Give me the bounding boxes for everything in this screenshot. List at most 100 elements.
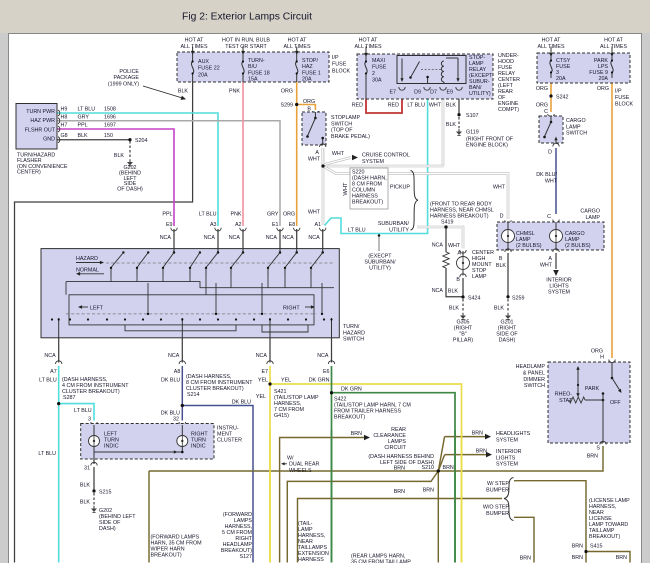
svg-text:(TOP OF: (TOP OF: [331, 128, 353, 134]
svg-text:LT BLU: LT BLU: [74, 408, 92, 414]
svg-text:ALL TIMES: ALL TIMES: [537, 44, 564, 50]
svg-text:S204: S204: [135, 138, 148, 144]
svg-text:BLK: BLK: [448, 289, 459, 295]
svg-text:WHT: WHT: [308, 210, 321, 216]
svg-text:RED: RED: [352, 103, 363, 109]
svg-text:HAZ: HAZ: [302, 64, 313, 70]
svg-text:BRN: BRN: [351, 431, 362, 437]
svg-text:S215: S215: [99, 490, 112, 496]
svg-text:W/ STEP: W/ STEP: [487, 481, 509, 487]
svg-text:WHT: WHT: [308, 157, 321, 163]
svg-text:ORG: ORG: [597, 86, 609, 92]
svg-text:HOT AT: HOT AT: [288, 38, 308, 44]
svg-text:DK BLU: DK BLU: [161, 378, 180, 384]
svg-text:20A: 20A: [598, 76, 608, 82]
svg-text:BRN: BRN: [394, 489, 405, 495]
svg-text:C: C: [547, 214, 551, 220]
svg-text:LT BLU: LT BLU: [39, 378, 57, 384]
svg-text:NCA: NCA: [317, 353, 329, 359]
svg-text:H: H: [600, 355, 604, 361]
svg-text:YEL: YEL: [258, 378, 268, 384]
svg-text:WHEELS: WHEELS: [289, 468, 312, 474]
svg-text:SWITCH: SWITCH: [343, 337, 364, 343]
svg-text:NCA: NCA: [229, 235, 241, 241]
svg-text:LAMP: LAMP: [585, 215, 600, 221]
svg-text:D: D: [500, 214, 504, 220]
svg-text:E6: E6: [323, 369, 330, 375]
svg-text:E1: E1: [272, 222, 279, 228]
svg-text:PNK: PNK: [231, 212, 242, 218]
svg-text:& PANEL: & PANEL: [523, 370, 545, 376]
svg-text:FUSE 1: FUSE 1: [302, 70, 321, 76]
svg-text:BRN: BRN: [394, 466, 405, 472]
svg-text:INDIC: INDIC: [104, 444, 119, 450]
svg-text:NCA: NCA: [432, 288, 444, 294]
svg-text:BRN: BRN: [572, 544, 583, 550]
svg-text:BREAKOUT): BREAKOUT): [151, 553, 182, 559]
svg-text:BRN: BRN: [572, 555, 583, 561]
svg-text:WHT: WHT: [332, 151, 345, 157]
svg-text:HAZARD: HAZARD: [343, 330, 365, 336]
svg-text:ALL TIMES: ALL TIMES: [600, 44, 627, 50]
svg-text:DASH): DASH): [499, 338, 516, 344]
svg-text:20A: 20A: [198, 72, 208, 78]
svg-text:31: 31: [84, 466, 90, 472]
svg-text:FUSE: FUSE: [372, 65, 387, 71]
svg-text:DIMMER: DIMMER: [523, 377, 545, 383]
svg-text:ORG: ORG: [536, 86, 548, 92]
svg-text:SYSTEM: SYSTEM: [548, 290, 571, 296]
svg-text:BLK: BLK: [78, 133, 89, 139]
svg-text:CLUSTER: CLUSTER: [217, 438, 242, 444]
svg-text:PICKUP: PICKUP: [390, 185, 410, 191]
svg-text:E9: E9: [446, 90, 453, 96]
svg-text:A: A: [457, 251, 461, 257]
svg-text:POLICE: POLICE: [119, 69, 139, 75]
svg-text:I/P: I/P: [615, 89, 622, 95]
svg-text:WHT: WHT: [540, 263, 553, 269]
svg-text:CIRCUIT: CIRCUIT: [384, 445, 406, 451]
svg-text:B: B: [456, 277, 460, 283]
svg-text:BRN: BRN: [423, 488, 434, 494]
svg-text:A7: A7: [50, 369, 57, 375]
svg-text:SWITCH: SWITCH: [566, 131, 587, 137]
svg-text:(1999 ONLY): (1999 ONLY): [108, 81, 139, 87]
svg-text:B/U: B/U: [248, 64, 257, 70]
svg-text:RIGHT: RIGHT: [283, 306, 300, 312]
svg-text:HEADLIGHTS: HEADLIGHTS: [496, 431, 531, 437]
svg-text:FUSE: FUSE: [332, 62, 347, 68]
svg-text:E7: E7: [389, 90, 396, 96]
svg-text:GND: GND: [43, 137, 55, 143]
svg-text:LAMP: LAMP: [472, 274, 487, 280]
svg-text:A1: A1: [314, 222, 321, 228]
svg-text:CARGO: CARGO: [566, 118, 586, 124]
svg-text:DK BLU/: DK BLU/: [536, 172, 557, 178]
svg-text:15A: 15A: [248, 77, 258, 83]
svg-text:BRN: BRN: [520, 556, 531, 562]
svg-text:2: 2: [372, 71, 375, 77]
svg-text:150: 150: [104, 133, 113, 139]
svg-text:A8: A8: [174, 369, 181, 375]
svg-text:BLK: BLK: [80, 500, 91, 506]
svg-text:BRN: BRN: [476, 449, 487, 455]
svg-text:HOT AT: HOT AT: [604, 38, 624, 44]
svg-text:WHT: WHT: [448, 243, 461, 249]
svg-text:A: A: [548, 256, 552, 262]
svg-text:UTILITY: UTILITY: [389, 227, 409, 233]
svg-text:BLK: BLK: [446, 122, 457, 128]
svg-text:BLK: BLK: [494, 306, 505, 312]
svg-text:PPL: PPL: [162, 212, 172, 218]
svg-text:STOP/: STOP/: [302, 58, 318, 64]
svg-text:BRN: BRN: [472, 431, 483, 437]
svg-text:NCA: NCA: [256, 353, 268, 359]
svg-text:S: S: [596, 446, 600, 452]
svg-text:HARNESS: HARNESS: [298, 557, 324, 563]
svg-text:NCA: NCA: [282, 235, 294, 241]
svg-text:SWITCH: SWITCH: [331, 121, 352, 127]
svg-text:INTERIOR: INTERIOR: [496, 449, 522, 455]
svg-text:SYSTEM: SYSTEM: [362, 159, 385, 165]
svg-text:1508: 1508: [104, 107, 116, 113]
svg-text:S214: S214: [187, 392, 200, 398]
svg-text:BLK: BLK: [114, 153, 125, 159]
svg-text:LT BLU: LT BLU: [348, 228, 366, 234]
svg-text:20A: 20A: [302, 77, 312, 83]
